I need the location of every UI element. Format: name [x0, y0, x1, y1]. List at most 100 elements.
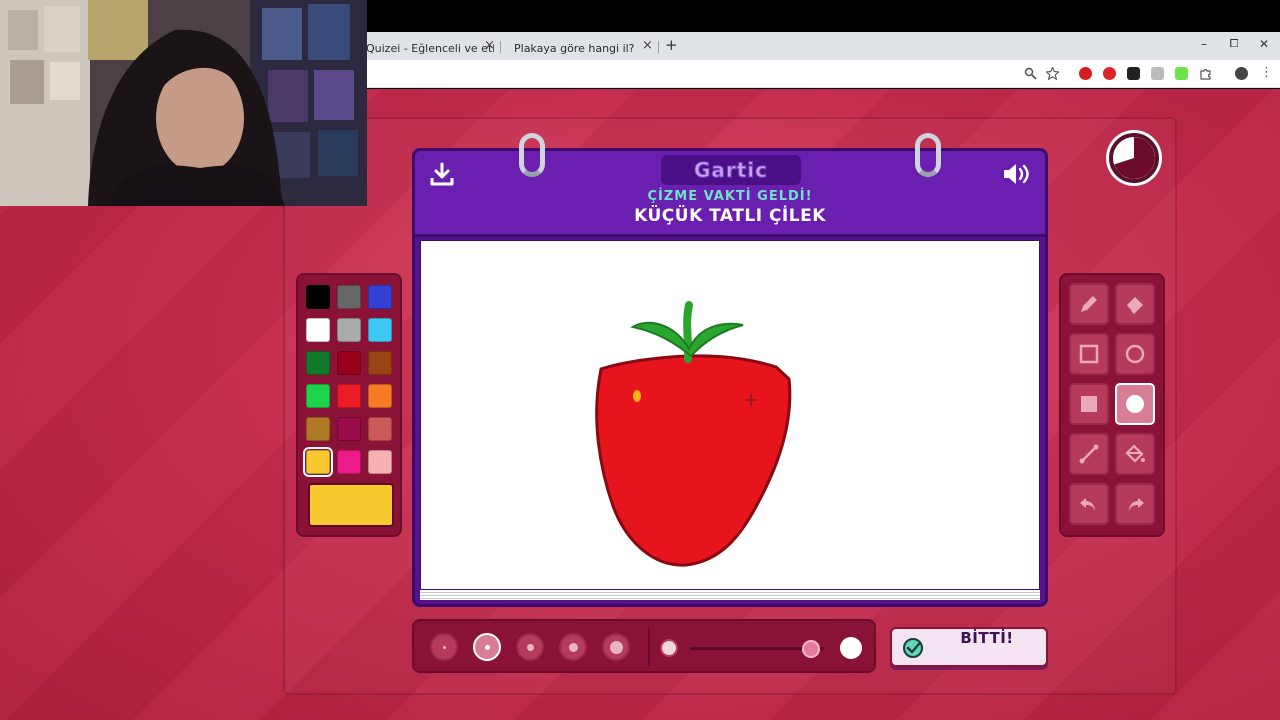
strawberry-seed: [633, 390, 641, 402]
download-icon[interactable]: [429, 161, 455, 187]
drawing-board: Gartic ÇİZME VAKTİ GELDİ! KÜÇÜK TATLI Çİ…: [412, 133, 1048, 607]
color-swatch[interactable]: [306, 351, 330, 375]
paper-edge: [420, 590, 1040, 600]
fill-tool[interactable]: [1115, 433, 1155, 475]
redo-button[interactable]: [1115, 483, 1155, 525]
opacity-max-icon: [840, 637, 862, 659]
draw-prompt: ÇİZME VAKTİ GELDİ!: [647, 189, 813, 204]
color-palette: [296, 273, 402, 537]
color-swatch[interactable]: [306, 384, 330, 408]
color-swatch[interactable]: [368, 450, 392, 474]
color-swatch[interactable]: [306, 417, 330, 441]
done-button-label: BİTTİ!: [960, 629, 1014, 647]
redo-icon: [1129, 498, 1144, 511]
ellipse-tool[interactable]: [1115, 333, 1155, 375]
timer-remaining: [1114, 137, 1155, 179]
color-swatch[interactable]: [368, 384, 392, 408]
maximize-button[interactable]: ⧠: [1224, 37, 1244, 51]
bookmark-star-icon[interactable]: [1046, 67, 1059, 80]
undo-icon: [1080, 498, 1095, 511]
opacity-min-icon: [660, 639, 678, 657]
profile-avatar[interactable]: [1235, 67, 1248, 80]
color-swatch[interactable]: [337, 318, 361, 342]
binder-ring: [915, 133, 941, 177]
line-icon: [1079, 444, 1099, 464]
board-header: Gartic ÇİZME VAKTİ GELDİ! KÜÇÜK TATLI Çİ…: [415, 133, 1045, 237]
close-window-button[interactable]: ✕: [1254, 37, 1274, 51]
color-swatch[interactable]: [303, 447, 333, 477]
color-swatch[interactable]: [337, 450, 361, 474]
tab-divider: [500, 41, 501, 53]
size-dot: [442, 645, 446, 649]
close-tab-icon[interactable]: ×: [484, 38, 495, 53]
rectangle-outline-icon: [1079, 344, 1099, 364]
timer: [1109, 133, 1159, 183]
eraser-icon: [1125, 297, 1143, 314]
brush-size-option[interactable]: [473, 633, 501, 661]
done-button[interactable]: BİTTİ!: [890, 627, 1048, 667]
opera-extension-icon[interactable]: [1079, 67, 1092, 80]
paint-bucket-icon: [1125, 444, 1145, 463]
strawberry-body: [595, 354, 792, 567]
brush-size-option[interactable]: [516, 633, 544, 661]
close-tab-icon[interactable]: ×: [642, 38, 653, 53]
minimize-button[interactable]: –: [1194, 37, 1214, 51]
color-swatch[interactable]: [337, 285, 361, 309]
color-swatch[interactable]: [368, 417, 392, 441]
browser-tab[interactable]: Quizei - Eğlenceli ve etkileşiml: [366, 36, 494, 60]
webcam-feed-image: [0, 0, 367, 206]
tab-title: Plakaya göre hangi il? - Photo: [514, 41, 634, 55]
shield-extension-icon[interactable]: [1151, 67, 1164, 80]
opacity-slider-handle[interactable]: [801, 640, 820, 658]
tab-divider: [658, 41, 659, 53]
pencil-icon: [1081, 296, 1097, 312]
brush-size-option[interactable]: [559, 633, 587, 661]
filled-ellipse-tool[interactable]: [1115, 383, 1155, 425]
color-swatch[interactable]: [368, 351, 392, 375]
line-tool[interactable]: [1069, 433, 1109, 475]
sound-icon[interactable]: [1001, 161, 1031, 187]
filled-rectangle-tool[interactable]: [1069, 383, 1109, 425]
color-swatch[interactable]: [306, 285, 330, 309]
binder-ring: [519, 133, 545, 177]
color-swatch[interactable]: [337, 417, 361, 441]
undo-button[interactable]: [1069, 483, 1109, 525]
extension-icon[interactable]: [1127, 67, 1140, 80]
new-tab-button[interactable]: +: [665, 36, 678, 54]
panel-divider: [648, 627, 650, 667]
brush-size-option[interactable]: [430, 633, 458, 661]
extension-icon[interactable]: [1175, 67, 1188, 80]
color-swatch[interactable]: [368, 285, 392, 309]
rectangle-tool[interactable]: [1069, 333, 1109, 375]
drawing-canvas[interactable]: [420, 240, 1040, 590]
zoom-icon[interactable]: [1024, 67, 1037, 80]
color-swatch[interactable]: [337, 351, 361, 375]
rectangle-filled-icon: [1081, 396, 1097, 412]
check-badge-icon: [903, 638, 923, 658]
puzzle-extensions-icon[interactable]: [1199, 67, 1212, 80]
size-dot: [526, 643, 534, 651]
eraser-tool[interactable]: [1115, 283, 1155, 325]
tab-title: Quizei - Eğlenceli ve etkileşiml: [366, 41, 494, 55]
tool-panel: [1059, 273, 1165, 537]
size-dot: [609, 640, 623, 654]
color-swatch[interactable]: [306, 318, 330, 342]
current-color-preview: [308, 483, 394, 527]
pencil-tool[interactable]: [1069, 283, 1109, 325]
circle-outline-icon: [1125, 344, 1145, 364]
strawberry-drawing: [595, 301, 792, 567]
webcam-overlay: [0, 0, 367, 206]
browser-menu-icon[interactable]: ⋮: [1260, 65, 1273, 80]
circle-filled-icon: [1126, 395, 1144, 413]
color-swatch[interactable]: [368, 318, 392, 342]
draw-word: KÜÇÜK TATLI ÇİLEK: [634, 206, 826, 226]
gartic-logo: Gartic: [661, 155, 801, 185]
extension-icon[interactable]: [1103, 67, 1116, 80]
color-swatch[interactable]: [337, 384, 361, 408]
brush-size-panel: [412, 619, 876, 673]
size-dot: [568, 642, 578, 652]
brush-size-option[interactable]: [602, 633, 630, 661]
browser-tab[interactable]: Plakaya göre hangi il? - Photo: [508, 36, 634, 60]
timer-pie: [1114, 137, 1155, 179]
size-dot: [484, 644, 490, 650]
